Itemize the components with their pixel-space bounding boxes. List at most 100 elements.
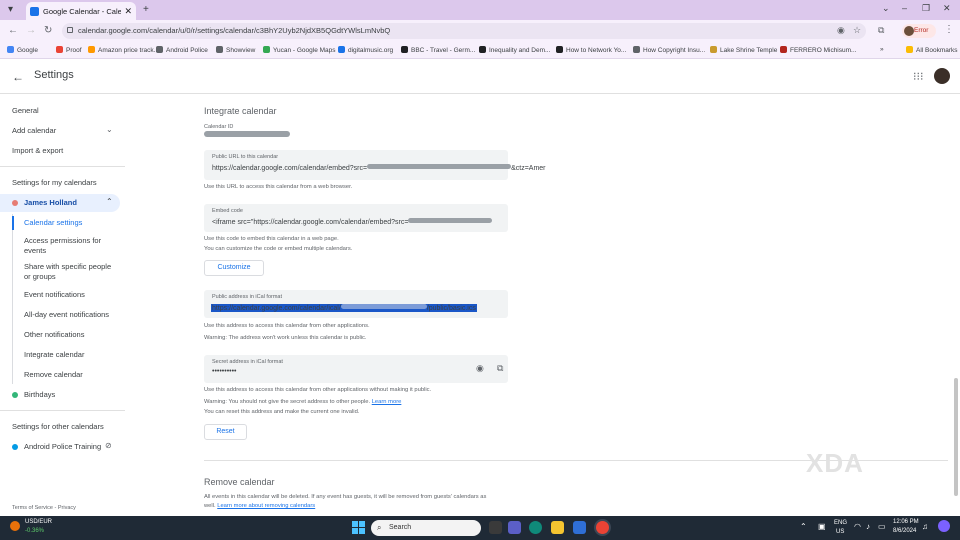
file-explorer-icon[interactable] xyxy=(551,521,564,534)
sidebar-item-share[interactable]: Share with specific people or groups xyxy=(24,262,114,282)
bookmark-item[interactable]: Yucan - Google Maps xyxy=(263,46,336,54)
sidebar-item-calendar-settings[interactable]: Calendar settings xyxy=(24,218,82,228)
chevron-down-icon[interactable]: ⌄ xyxy=(106,125,113,134)
bookmark-item[interactable]: Lake Shrine Temple xyxy=(710,46,777,54)
task-view-icon[interactable] xyxy=(489,521,502,534)
sidebar-item-import-export[interactable]: Import & export xyxy=(12,146,63,155)
tray-app-icon[interactable]: ▣ xyxy=(818,522,826,531)
eye-icon[interactable]: ◉ xyxy=(837,25,845,36)
customize-button[interactable]: Customize xyxy=(204,260,264,276)
battery-icon[interactable]: ▭ xyxy=(878,522,886,531)
profile-button[interactable]: Error xyxy=(902,24,936,38)
tab-google-calendar[interactable]: Google Calendar - Calendar se ✕ xyxy=(26,2,136,20)
ical-note-1: Use this address to access this calendar… xyxy=(204,323,370,329)
reset-button[interactable]: Reset xyxy=(204,424,247,440)
chevron-up-icon[interactable]: ⌃ xyxy=(106,197,113,206)
sidebar-item-android-police-training[interactable]: Android Police Training xyxy=(24,442,101,451)
volume-icon[interactable]: ♪ xyxy=(866,522,870,531)
bookmark-label: Android Police xyxy=(166,47,208,54)
learn-more-removing-link[interactable]: Learn more about removing calendars xyxy=(217,503,315,509)
sidebar-divider xyxy=(0,166,125,167)
hidden-eye-icon[interactable]: ⊘ xyxy=(105,441,112,450)
sidebar-item-remove-calendar[interactable]: Remove calendar xyxy=(24,370,83,380)
wifi-icon[interactable]: ◠ xyxy=(854,522,861,531)
learn-more-link[interactable]: Learn more xyxy=(372,399,402,405)
bookmark-favicon-icon xyxy=(7,46,14,53)
bookmark-item[interactable]: Showview xyxy=(216,46,255,54)
bookmark-item[interactable]: BBC - Travel - Germ... xyxy=(401,46,475,54)
tab-search-icon[interactable]: ▾ xyxy=(8,4,13,15)
copilot-icon[interactable] xyxy=(938,520,950,532)
address-bar[interactable]: calendar.google.com/calendar/u/0/r/setti… xyxy=(62,23,866,39)
tab-close-icon[interactable]: ✕ xyxy=(124,6,132,17)
sidebar-divider-2 xyxy=(0,410,125,411)
bookmark-item[interactable]: How to Network Yo... xyxy=(556,46,626,54)
ticker-label[interactable]: USD/EUR xyxy=(25,519,52,525)
app-icon[interactable] xyxy=(573,521,586,534)
chrome-icon[interactable] xyxy=(596,521,609,534)
show-secret-eye-icon[interactable]: ◉ xyxy=(476,363,484,374)
copy-icon[interactable]: ⧉ xyxy=(497,363,503,374)
bookmark-item[interactable]: How Copyright Insu... xyxy=(633,46,705,54)
sidebar-item-all-day-notifications[interactable]: All-day event notifications xyxy=(24,310,109,320)
close-window-button[interactable]: ✕ xyxy=(943,3,951,14)
bookmark-label: Google xyxy=(17,47,38,54)
language-indicator[interactable]: ENG xyxy=(834,520,847,526)
new-tab-button[interactable]: + xyxy=(143,4,149,15)
embed-code-field[interactable]: Embed code <iframe src="https://calendar… xyxy=(204,204,508,232)
sidebar-item-event-notifications[interactable]: Event notifications xyxy=(24,290,85,300)
bookmark-favicon-icon xyxy=(338,46,345,53)
tab-list-icon[interactable]: ⌄ xyxy=(882,3,890,14)
public-url-field[interactable]: Public URL to this calendar https://cale… xyxy=(204,150,546,180)
google-apps-icon[interactable]: ⁝⁝⁝ xyxy=(913,70,924,83)
edge-icon[interactable] xyxy=(529,521,542,534)
site-info-icon[interactable] xyxy=(67,27,73,33)
bookmarks-overflow-icon[interactable]: » xyxy=(880,46,884,53)
minimize-button[interactable]: – xyxy=(902,3,907,13)
active-indicator xyxy=(12,216,14,230)
ical-public-field[interactable]: Public address in iCal format https://ca… xyxy=(204,290,508,318)
settings-header xyxy=(0,60,960,94)
other-calendar-color-dot xyxy=(12,444,18,450)
sidebar-item-integrate-calendar[interactable]: Integrate calendar xyxy=(24,350,84,360)
bookmark-label: Lake Shrine Temple xyxy=(720,47,778,54)
tray-overflow-icon[interactable]: ⌃ xyxy=(800,522,807,531)
sidebar-item-add-calendar[interactable]: Add calendar xyxy=(12,126,56,135)
forward-button[interactable]: → xyxy=(26,25,36,36)
all-bookmarks-link[interactable]: All Bookmarks xyxy=(906,46,958,54)
secret-ical-field[interactable]: Secret address in iCal format ••••••••••… xyxy=(204,355,508,383)
sidebar-item-other-notifications[interactable]: Other notifications xyxy=(24,330,84,340)
calendar-id-label: Calendar ID xyxy=(204,124,234,130)
public-url-note: Use this URL to access this calendar fro… xyxy=(204,184,353,190)
sidebar-item-access-permissions[interactable]: Access permissions for events xyxy=(24,236,114,256)
browser-menu-icon[interactable]: ⋮ xyxy=(944,24,954,35)
embed-note-1: Use this code to embed this calendar in … xyxy=(204,236,339,242)
back-arrow-icon[interactable]: ← xyxy=(12,70,24,84)
bookmark-item[interactable]: Proof xyxy=(56,46,82,54)
windows-start-icon[interactable] xyxy=(352,521,365,534)
teams-icon[interactable] xyxy=(508,521,521,534)
sidebar-item-general[interactable]: General xyxy=(12,106,39,115)
sidebar-item-birthdays[interactable]: Birthdays xyxy=(24,390,55,399)
bookmark-item[interactable]: Google xyxy=(7,46,38,54)
scrollbar[interactable] xyxy=(954,378,958,496)
bookmark-item[interactable]: FERRERO Michisum... xyxy=(780,46,856,54)
taskbar-search-box[interactable]: ⌕ Search xyxy=(371,520,481,536)
bookmark-item[interactable]: digitalmusic.org xyxy=(338,46,393,54)
footer-links[interactable]: Terms of Service - Privacy xyxy=(12,505,76,511)
account-avatar[interactable] xyxy=(934,68,950,84)
clock-time[interactable]: 12:06 PM xyxy=(893,519,919,525)
bookmark-item[interactable]: Amazon price track... xyxy=(88,46,159,54)
remove-note-line-2: well. Learn more about removing calendar… xyxy=(204,503,316,509)
extensions-icon[interactable]: ⧉ xyxy=(878,25,884,36)
bookmark-favicon-icon xyxy=(56,46,63,53)
bookmark-item[interactable]: Inequality and Dem... xyxy=(479,46,550,54)
secret-ical-label: Secret address in iCal format xyxy=(212,359,283,365)
maximize-button[interactable]: ❐ xyxy=(922,3,930,14)
back-button[interactable]: ← xyxy=(8,25,18,36)
notification-bell-icon[interactable]: ♫ xyxy=(922,522,928,531)
bookmark-star-icon[interactable]: ☆ xyxy=(853,25,861,36)
embed-note-2: You can customize the code or embed mult… xyxy=(204,246,353,252)
bookmark-item[interactable]: Android Police xyxy=(156,46,208,54)
reload-button[interactable]: ↻ xyxy=(44,25,52,36)
